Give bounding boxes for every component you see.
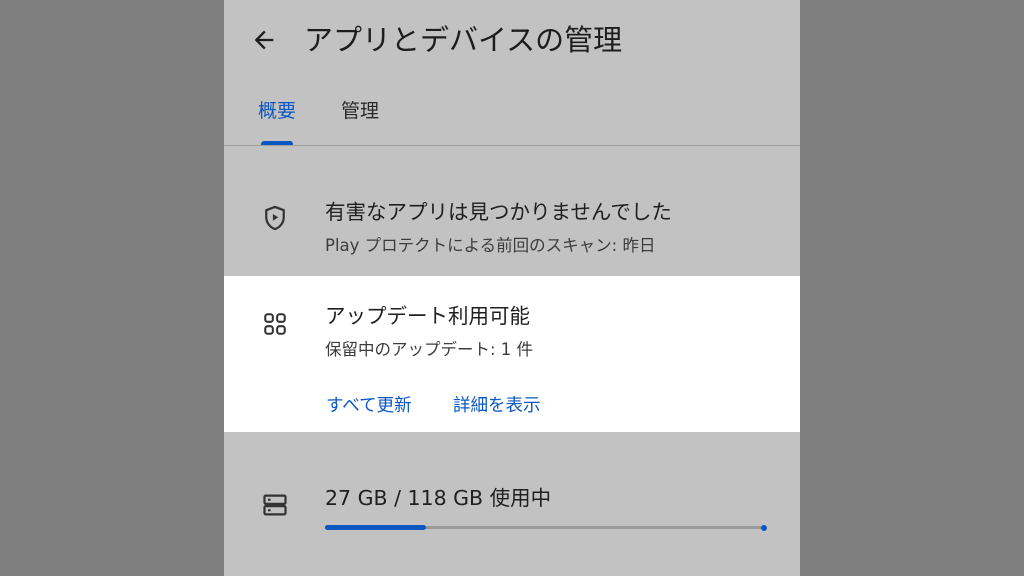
storage-progress-bar bbox=[325, 524, 767, 531]
apps-grid-icon bbox=[260, 309, 290, 339]
storage-progress-fill bbox=[325, 525, 426, 530]
storage-usage-text: 27 GB / 118 GB 使用中 bbox=[325, 486, 552, 510]
arrow-left-icon bbox=[254, 30, 274, 50]
play-protect-card[interactable]: 有害なアプリは見つかりませんでした Play プロテクトによる前回のスキャン: … bbox=[224, 180, 800, 276]
view-details-button[interactable]: 詳細を表示 bbox=[453, 392, 541, 417]
storage-progress-end bbox=[761, 524, 767, 531]
page-title: アプリとデバイスの管理 bbox=[304, 23, 623, 57]
storage-card[interactable]: 27 GB / 118 GB 使用中 bbox=[224, 470, 800, 576]
update-all-button[interactable]: すべて更新 bbox=[326, 392, 412, 417]
tab-bar: 概要 管理 bbox=[224, 84, 800, 146]
updates-card[interactable]: アップデート利用可能 保留中のアップデート: 1 件 すべて更新 詳細を表示 bbox=[224, 276, 800, 432]
tab-manage[interactable]: 管理 bbox=[341, 94, 379, 128]
updates-title: アップデート利用可能 bbox=[325, 304, 530, 328]
updates-subtitle: 保留中のアップデート: 1 件 bbox=[325, 340, 534, 359]
top-app-bar: アプリとデバイスの管理 bbox=[224, 0, 800, 84]
protect-subtitle: Play プロテクトによる前回のスキャン: 昨日 bbox=[325, 236, 656, 255]
shield-play-icon bbox=[260, 203, 290, 233]
storage-icon bbox=[260, 490, 290, 520]
tab-overview[interactable]: 概要 bbox=[258, 94, 296, 128]
tabs-divider bbox=[224, 145, 800, 146]
protect-title: 有害なアプリは見つかりませんでした bbox=[325, 200, 672, 224]
app-screen: アプリとデバイスの管理 概要 管理 有害なアプリは見つかりませんでした Play… bbox=[224, 0, 800, 576]
back-button[interactable] bbox=[244, 20, 284, 60]
